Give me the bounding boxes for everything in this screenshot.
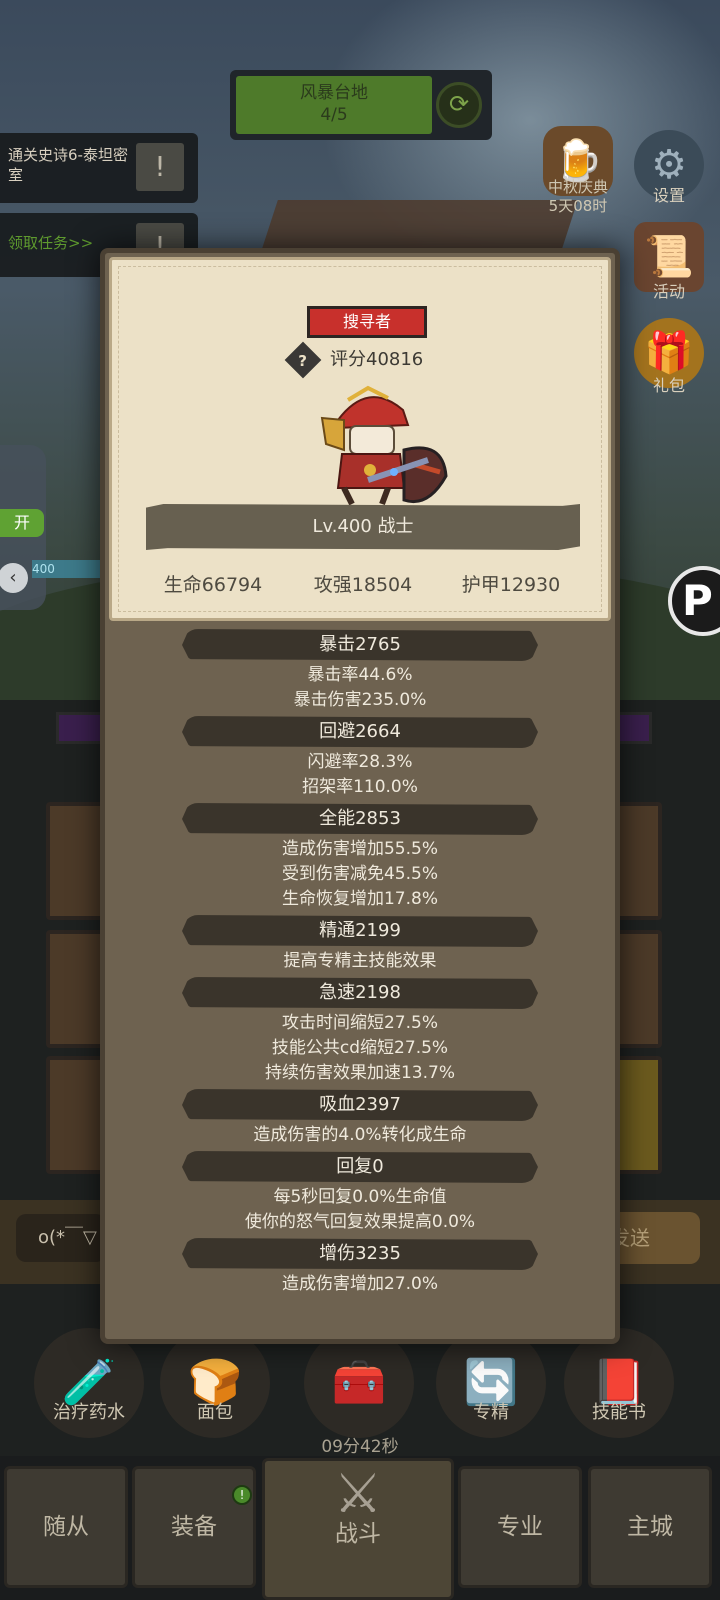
skill-tile[interactable] [46,930,104,1048]
spec-label: 专精 [473,1402,509,1423]
rating-value: 评分40816 [330,349,424,370]
question-icon[interactable]: ? [284,341,322,379]
auto-toggle-panel: 开 ‹ [0,445,46,610]
character-stats-modal: 搜寻者 ? 评分40816 Lv.400 战士 生命66794 攻强18504 护… [100,248,620,1344]
stat-group-header: 暴击2765 [182,629,538,661]
crossed-swords-icon: ⚔ [333,1462,383,1525]
stat-group-header: 回复0 [182,1151,538,1183]
stat-group-crit: 暴击2765 暴击率44.6% 暴击伤害235.0% [105,629,615,713]
character-card: 搜寻者 ? 评分40816 Lv.400 战士 生命66794 攻强18504 护… [109,257,611,621]
chest-timer: 09分42秒 [321,1437,399,1457]
stat-group-header: 吸血2397 [182,1089,538,1121]
nav-battle[interactable]: ⚔ 战斗 [262,1458,454,1600]
skillbook-label: 技能书 [592,1402,646,1423]
character-title-badge: 搜寻者 [307,306,427,338]
level-tag-text: 400 [32,562,55,576]
stat-line: 技能公共cd缩短27.5% [271,1038,449,1058]
stat-line: 生命恢复增加17.8% [281,889,438,909]
main-stats-row: 生命66794 攻强18504 护甲12930 [112,570,614,596]
festival-timer: 5天08时 [548,197,608,215]
stat-group-avoidance: 回避2664 闪避率28.3% 招架率110.0% [105,716,615,800]
stat-group-leech: 吸血2397 造成伤害的4.0%转化成生命 [105,1089,615,1148]
stage-name: 风暴台地 [300,83,368,103]
stat-line: 持续伤害效果加速13.7% [264,1063,455,1083]
nav-followers[interactable]: 随从 [4,1466,128,1588]
stat-line: 每5秒回复0.0%生命值 [273,1187,447,1207]
secondary-stats-list: 暴击2765 暴击率44.6% 暴击伤害235.0% 回避2664 闪避率28.… [105,629,615,1297]
chest-icon: 🧰 [304,1328,414,1438]
stat-line: 造成伤害增加55.5% [281,839,438,859]
stat-group-mastery: 精通2199 提高专精主技能效果 [105,915,615,974]
stat-group-header: 回避2664 [182,716,538,748]
quick-slot-chest[interactable]: 🧰 [300,1328,418,1438]
festival-event-button[interactable]: 🍺 中秋庆典 5天08时 [528,126,628,216]
nav-city[interactable]: 主城 [588,1466,712,1588]
stage-progress-bar: 风暴台地 4/5 [236,76,432,134]
skill-tile[interactable] [46,802,104,920]
warrior-portrait [320,385,448,506]
activity-label: 活动 [652,282,685,301]
stage-banner[interactable]: 风暴台地 4/5 ⟳ [230,70,492,140]
rating-row: ? 评分40816 [284,341,424,379]
nav-profession[interactable]: 专业 [458,1466,582,1588]
stat-group-regen: 回复0 每5秒回复0.0%生命值 使你的怒气回复效果提高0.0% [105,1151,615,1235]
gift-button[interactable]: 🎁 礼包 [626,318,712,396]
stat-armor: 护甲12930 [461,574,561,596]
stat-line: 造成伤害增加27.0% [281,1274,438,1294]
stat-group-haste: 急速2198 攻击时间缩短27.5% 技能公共cd缩短27.5% 持续伤害效果加… [105,977,615,1086]
settings-button[interactable]: ⚙ 设置 [626,130,712,206]
settings-label: 设置 [652,186,685,205]
stat-line: 闪避率28.3% [307,752,413,772]
chat-input[interactable]: o(*￣▽ [16,1214,106,1262]
level-class-banner: Lv.400 战士 [146,504,580,550]
stat-line: 使你的怒气回复效果提高0.0% [244,1212,476,1232]
stat-line: 招架率110.0% [302,777,418,797]
potion-label: 治疗药水 [53,1402,125,1423]
stat-attack: 攻强18504 [313,574,413,596]
activity-button[interactable]: 📜 活动 [626,222,712,302]
quest-item-epic[interactable]: 通关史诗6-泰坦密室 ! [0,133,198,203]
stat-line: 造成伤害的4.0%转化成生命 [253,1125,467,1145]
auto-toggle-on[interactable]: 开 [0,509,44,537]
stat-hp: 生命66794 [163,574,263,596]
stat-line: 暴击伤害235.0% [293,690,427,710]
stat-group-header: 增伤3235 [182,1238,538,1270]
refresh-icon[interactable]: ⟳ [436,82,482,128]
gift-label: 礼包 [652,376,685,395]
skill-tile[interactable] [46,1056,104,1174]
stat-line: 暴击率44.6% [307,665,413,685]
nav-battle-label: 战斗 [335,1521,381,1547]
stat-group-header: 全能2853 [182,803,538,835]
stat-line: 受到伤害减免45.5% [281,864,438,884]
stage-progress: 4/5 [320,105,348,125]
stat-group-header: 精通2199 [182,915,538,947]
notification-dot: ! [232,1485,252,1505]
stat-group-header: 急速2198 [182,977,538,1009]
stat-group-versatility: 全能2853 造成伤害增加55.5% 受到伤害减免45.5% 生命恢复增加17.… [105,803,615,912]
exclamation-icon: ! [136,143,184,191]
player-level-tag: 400 [32,560,102,578]
back-arrow-icon[interactable]: ‹ [0,563,28,593]
stat-line: 提高专精主技能效果 [283,951,437,971]
stat-line: 攻击时间缩短27.5% [281,1013,438,1033]
festival-label: 中秋庆典 [547,178,608,196]
quest-text: 通关史诗6-泰坦密室 [8,146,128,184]
bread-label: 面包 [197,1402,233,1423]
nav-equipment[interactable]: 装备 [132,1466,256,1588]
stat-group-damage-bonus: 增伤3235 造成伤害增加27.0% [105,1238,615,1297]
